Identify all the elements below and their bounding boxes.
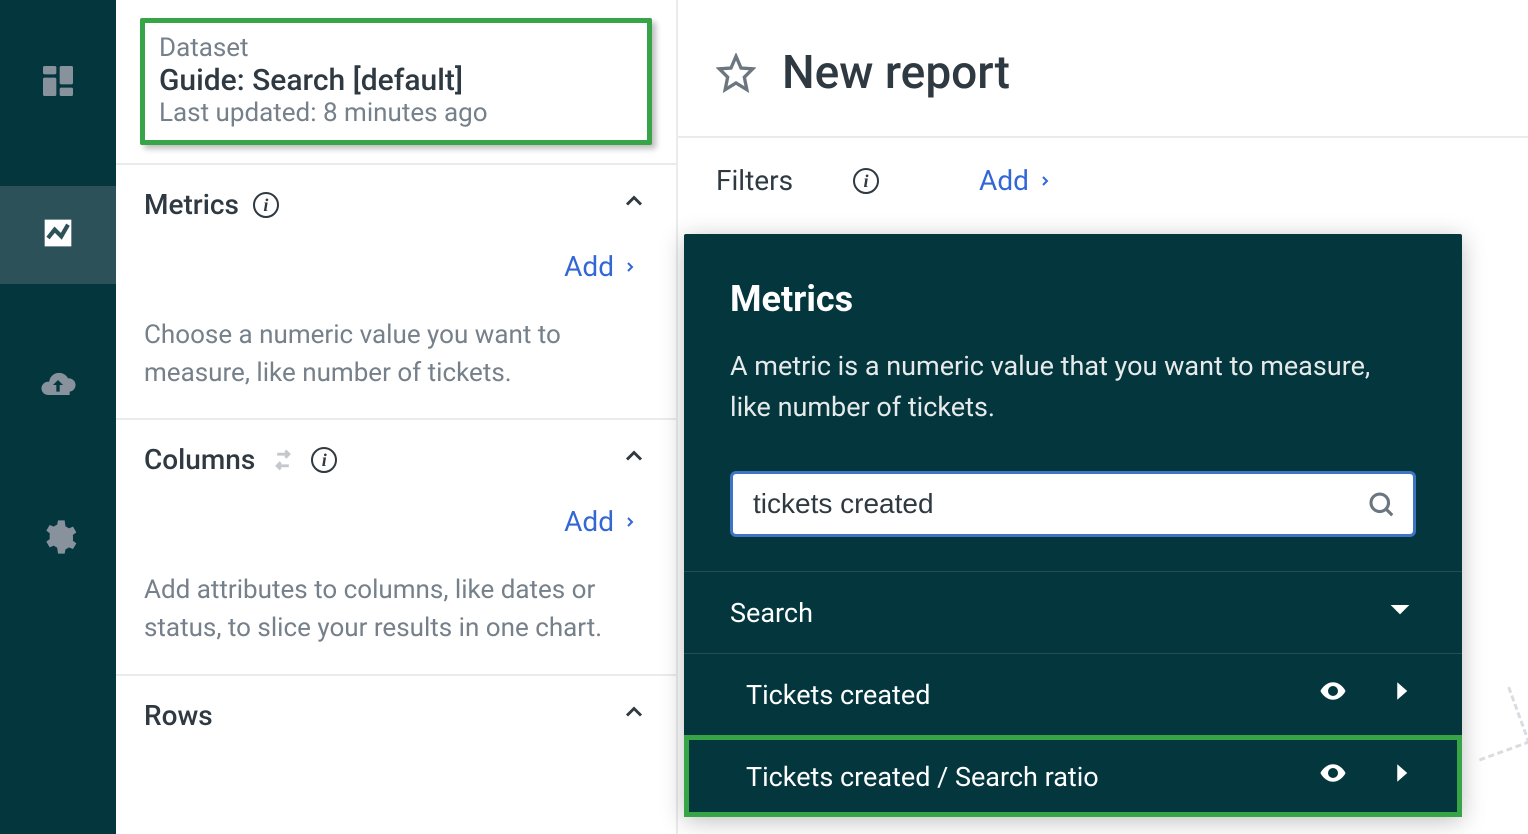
report-title-row: New report [678, 0, 1528, 136]
metric-result-tickets-created[interactable]: Tickets created [684, 653, 1462, 735]
metrics-add-label: Add [564, 250, 614, 283]
filters-add-label: Add [979, 164, 1029, 197]
dataset-updated: Last updated: 8 minutes ago [159, 98, 633, 128]
metrics-category-label: Search [730, 597, 813, 629]
metric-result-label: Tickets created [746, 679, 930, 711]
gear-icon [38, 517, 78, 561]
metrics-category-search[interactable]: Search [684, 571, 1462, 653]
favorite-star-button[interactable] [716, 53, 756, 93]
side-nav [0, 0, 116, 834]
info-icon[interactable]: i [311, 447, 337, 473]
eye-icon[interactable] [1318, 676, 1348, 713]
metrics-popover-description: A metric is a numeric value that you wan… [730, 346, 1416, 427]
chevron-up-icon [620, 698, 648, 733]
section-columns-header[interactable]: Columns i [144, 442, 648, 477]
info-icon[interactable]: i [253, 192, 279, 218]
config-panel: Dataset Guide: Search [default] Last upd… [116, 0, 678, 834]
chevron-up-icon [620, 442, 648, 477]
section-columns-hint: Add attributes to columns, like dates or… [144, 538, 648, 647]
filters-add-link[interactable]: Add [979, 164, 1053, 197]
filters-label: Filters [716, 164, 793, 197]
metric-result-tickets-created-search-ratio[interactable]: Tickets created / Search ratio [684, 735, 1462, 817]
section-metrics-header[interactable]: Metrics i [144, 187, 648, 222]
sidenav-dashboard[interactable] [0, 34, 116, 132]
section-columns-title: Columns [144, 443, 255, 476]
dataset-label: Dataset [159, 33, 633, 63]
metrics-add-link[interactable]: Add [564, 250, 638, 283]
filters-row: Filters i Add [678, 138, 1528, 227]
metric-result-label: Tickets created / Search ratio [746, 761, 1099, 793]
metrics-popover: Metrics A metric is a numeric value that… [684, 234, 1462, 817]
section-metrics: Metrics i Add Choose a numeric value you… [116, 165, 676, 418]
dashed-placeholder-decor [1459, 687, 1528, 762]
info-icon[interactable]: i [853, 168, 879, 194]
chart-icon [38, 213, 78, 257]
columns-add-label: Add [564, 505, 614, 538]
report-title[interactable]: New report [782, 46, 1010, 100]
eye-icon[interactable] [1318, 758, 1348, 795]
search-icon [1366, 489, 1396, 519]
dataset-name: Guide: Search [default] [159, 63, 633, 98]
dashboard-icon [38, 61, 78, 105]
section-metrics-hint: Choose a numeric value you want to measu… [144, 283, 648, 392]
section-columns: Columns i Add Add attributes to columns,… [116, 420, 676, 673]
metrics-search-input[interactable] [730, 471, 1416, 537]
swap-icon[interactable] [269, 446, 297, 474]
main-area: New report Filters i Add Metrics A metri… [678, 0, 1528, 834]
metrics-search-wrap [730, 471, 1416, 537]
cloud-upload-icon [38, 365, 78, 409]
sidenav-upload[interactable] [0, 338, 116, 436]
section-metrics-title: Metrics [144, 188, 239, 221]
chevron-up-icon [620, 187, 648, 222]
section-rows-header[interactable]: Rows [144, 698, 648, 733]
metrics-popover-heading: Metrics [730, 278, 1416, 320]
columns-add-link[interactable]: Add [564, 505, 638, 538]
chevron-right-icon [1386, 676, 1416, 713]
sidenav-reports[interactable] [0, 186, 116, 284]
chevron-down-icon [1384, 593, 1416, 632]
section-rows: Rows [116, 676, 676, 733]
dataset-selector[interactable]: Dataset Guide: Search [default] Last upd… [140, 18, 652, 145]
sidenav-settings[interactable] [0, 490, 116, 588]
section-rows-title: Rows [144, 699, 213, 732]
chevron-right-icon [1386, 758, 1416, 795]
